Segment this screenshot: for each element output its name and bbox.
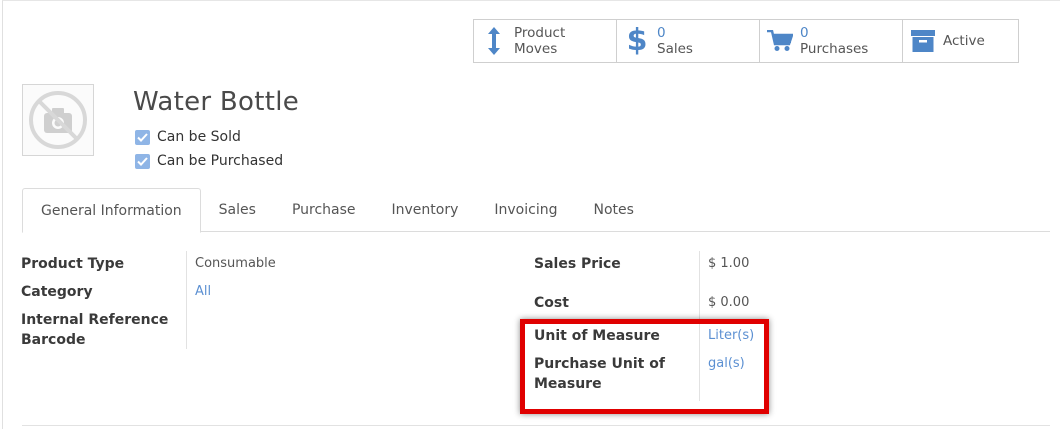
checkmark-icon xyxy=(135,129,150,145)
form-tabs: General Information Sales Purchase Inven… xyxy=(22,188,1050,233)
updown-arrow-icon xyxy=(474,27,514,55)
active-label: Active xyxy=(943,33,985,49)
tab-sales[interactable]: Sales xyxy=(201,188,274,232)
barcode-label: Barcode xyxy=(21,332,86,348)
sales-button[interactable]: $ 0 Sales xyxy=(616,19,760,63)
product-name[interactable]: Water Bottle xyxy=(133,87,299,117)
sales-count: 0 xyxy=(657,25,666,41)
product-image-placeholder[interactable] xyxy=(22,84,94,156)
product-form-sheet: Product Moves $ 0 Sales 0 Purchases Acti… xyxy=(2,0,1060,429)
product-moves-button[interactable]: Product Moves xyxy=(473,19,617,63)
purchases-count: 0 xyxy=(800,25,809,41)
tab-general-information[interactable]: General Information xyxy=(22,188,201,233)
tab-invoicing[interactable]: Invoicing xyxy=(476,188,575,232)
product-type-label: Product Type xyxy=(21,256,125,272)
tab-purchase[interactable]: Purchase xyxy=(274,188,374,232)
can-be-sold-checkbox[interactable]: Can be Sold xyxy=(135,129,241,145)
purchases-button[interactable]: 0 Purchases xyxy=(759,19,903,63)
category-link[interactable]: All xyxy=(195,282,211,302)
product-type-value[interactable]: Consumable xyxy=(195,254,276,274)
dollar-icon: $ xyxy=(626,23,648,58)
purchases-label: Purchases xyxy=(800,41,869,57)
category-label: Category xyxy=(21,284,93,300)
cost-label: Cost xyxy=(534,295,569,311)
checkmark-icon xyxy=(135,153,150,169)
highlight-box xyxy=(520,319,769,414)
cost-value[interactable]: $ 0.00 xyxy=(708,293,749,313)
product-moves-label-1: Product xyxy=(514,25,566,41)
product-moves-label-2: Moves xyxy=(514,41,558,57)
field-divider xyxy=(186,251,187,349)
sales-price-label: Sales Price xyxy=(534,256,621,272)
can-be-sold-label: Can be Sold xyxy=(157,129,241,145)
internal-reference-label: Internal Reference xyxy=(21,312,169,328)
smart-button-box: Product Moves $ 0 Sales 0 Purchases Acti… xyxy=(473,19,1019,63)
section-divider xyxy=(22,425,1050,426)
archive-icon xyxy=(903,30,943,52)
active-toggle-button[interactable]: Active xyxy=(902,19,1019,63)
sales-price-value[interactable]: $ 1.00 xyxy=(708,254,749,274)
can-be-purchased-label: Can be Purchased xyxy=(157,153,284,169)
sales-label: Sales xyxy=(657,41,693,57)
no-camera-icon xyxy=(29,91,87,149)
cart-icon xyxy=(760,30,800,52)
tab-inventory[interactable]: Inventory xyxy=(374,188,477,232)
can-be-purchased-checkbox[interactable]: Can be Purchased xyxy=(135,153,283,169)
tab-notes[interactable]: Notes xyxy=(575,188,651,232)
